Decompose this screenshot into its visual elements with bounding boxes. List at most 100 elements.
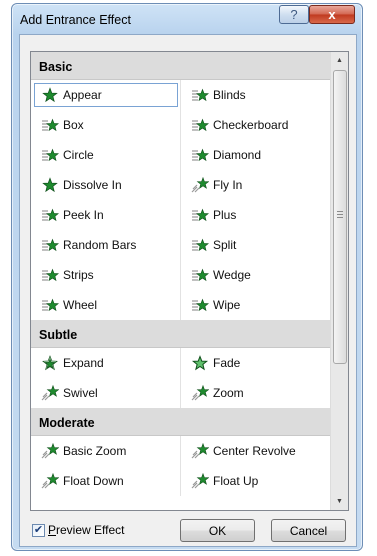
effect-label: Zoom: [213, 386, 244, 400]
effect-item[interactable]: Fly In: [181, 170, 330, 200]
effect-label: Appear: [63, 88, 102, 102]
effect-label: Plus: [213, 208, 237, 222]
cancel-button-label: Cancel: [289, 523, 328, 538]
star-motion-icon: [191, 177, 209, 193]
cancel-button[interactable]: Cancel: [271, 519, 346, 542]
star-blinds-icon: [192, 208, 209, 222]
dialog-title: Add Entrance Effect: [20, 13, 131, 27]
star-blinds-icon: [192, 148, 209, 162]
effect-item[interactable]: Strips: [31, 260, 181, 290]
check-icon: ✔: [33, 523, 44, 536]
effect-label: Blinds: [213, 88, 246, 102]
vertical-scrollbar[interactable]: ▲ ▼: [330, 52, 348, 510]
effects-list-content: Basic Appear Blinds Box Checkerboard Circle Di…: [31, 52, 330, 496]
group-header-subtle: Subtle: [31, 320, 330, 348]
effect-item[interactable]: Swivel: [31, 378, 181, 408]
effect-label: Diamond: [213, 148, 262, 162]
effect-item[interactable]: Zoom: [181, 378, 330, 408]
close-button[interactable]: x: [309, 5, 355, 24]
effect-item[interactable]: Plus: [181, 200, 330, 230]
star-outline-icon: [191, 355, 209, 371]
star-motion-icon: [191, 385, 209, 401]
effect-label: Swivel: [63, 386, 98, 400]
star-motion-icon: [41, 443, 59, 459]
star-blinds-icon: [42, 238, 59, 252]
ok-button[interactable]: OK: [180, 519, 255, 542]
effect-label: Float Down: [63, 474, 124, 488]
star-blinds-icon: [42, 118, 59, 132]
effect-item[interactable]: Center Revolve: [181, 436, 330, 466]
add-entrance-effect-dialog: Add Entrance Effect ? x Basic Appear Blind…: [11, 3, 363, 551]
effect-item[interactable]: Appear: [31, 80, 181, 110]
effect-label: Center Revolve: [213, 444, 296, 458]
dialog-client-area: Basic Appear Blinds Box Checkerboard Circle Di…: [19, 34, 357, 547]
effect-item[interactable]: Diamond: [181, 140, 330, 170]
effect-item[interactable]: Box: [31, 110, 181, 140]
star-blinds-icon: [192, 298, 209, 312]
star-motion-icon: [191, 443, 209, 459]
effect-label: Basic Zoom: [63, 444, 127, 458]
effect-label: Split: [213, 238, 237, 252]
effect-label: Peek In: [63, 208, 104, 222]
group-header-basic: Basic: [31, 52, 330, 80]
effects-grid: Basic Zoom Center Revolve Float Down Float …: [31, 436, 330, 496]
effect-label: Wipe: [213, 298, 241, 312]
effect-label: Dissolve In: [63, 178, 122, 192]
star-blinds-icon: [192, 88, 209, 102]
star-motion-icon: [191, 473, 209, 489]
effect-label: Strips: [63, 268, 94, 282]
effect-label: Wedge: [213, 268, 251, 282]
effect-label: Fly In: [213, 178, 243, 192]
star-solid-icon: [42, 177, 58, 193]
star-blinds-icon: [42, 298, 59, 312]
effects-grid: Appear Blinds Box Checkerboard Circle Diamond…: [31, 80, 330, 320]
star-blinds-icon: [192, 118, 209, 132]
effect-item[interactable]: Expand: [31, 348, 181, 378]
effect-item[interactable]: Wipe: [181, 290, 330, 320]
effect-label: Random Bars: [63, 238, 137, 252]
thumb-grip: [337, 217, 343, 218]
effect-label: Checkerboard: [213, 118, 289, 132]
effect-item[interactable]: Peek In: [31, 200, 181, 230]
close-icon: x: [328, 7, 336, 22]
effect-label: Wheel: [63, 298, 98, 312]
scroll-up-arrow-icon[interactable]: ▲: [331, 52, 348, 69]
group-header-moderate: Moderate: [31, 408, 330, 436]
star-motion-icon: [41, 473, 59, 489]
effects-list[interactable]: Basic Appear Blinds Box Checkerboard Circle Di…: [30, 51, 349, 511]
effect-label: Fade: [213, 356, 241, 370]
thumb-grip: [337, 211, 343, 212]
effect-item[interactable]: Wedge: [181, 260, 330, 290]
thumb-grip: [337, 214, 343, 215]
scrollbar-thumb[interactable]: [333, 70, 347, 364]
help-icon: ?: [290, 7, 298, 22]
star-motion-icon: [41, 385, 59, 401]
star-blinds-icon: [192, 238, 209, 252]
effect-item[interactable]: Random Bars: [31, 230, 181, 260]
effect-item[interactable]: Float Up: [181, 466, 330, 496]
checkbox-box[interactable]: ✔: [32, 523, 45, 537]
effects-grid: Expand Fade Swivel Zoom: [31, 348, 330, 408]
effect-item[interactable]: Checkerboard: [181, 110, 330, 140]
scroll-down-arrow-icon[interactable]: ▼: [331, 493, 348, 510]
star-solid-icon: [42, 87, 58, 103]
star-blinds-icon: [192, 268, 209, 282]
star-blinds-icon: [42, 208, 59, 222]
effect-item[interactable]: Blinds: [181, 80, 330, 110]
effect-item[interactable]: Circle: [31, 140, 181, 170]
effect-label: Box: [63, 118, 84, 132]
star-blinds-icon: [42, 268, 59, 282]
effect-item[interactable]: Basic Zoom: [31, 436, 181, 466]
star-blinds-icon: [42, 148, 59, 162]
effect-label: Float Up: [213, 474, 259, 488]
help-button[interactable]: ?: [279, 5, 309, 24]
effect-item[interactable]: Fade: [181, 348, 330, 378]
effect-item[interactable]: Split: [181, 230, 330, 260]
preview-effect-checkbox[interactable]: ✔ Preview Effect: [32, 523, 125, 537]
effect-item[interactable]: Dissolve In: [31, 170, 181, 200]
star-expand-icon: [42, 355, 58, 371]
effect-item[interactable]: Float Down: [31, 466, 181, 496]
effect-label: Expand: [63, 356, 104, 370]
ok-button-label: OK: [208, 523, 227, 538]
effect-item[interactable]: Wheel: [31, 290, 181, 320]
